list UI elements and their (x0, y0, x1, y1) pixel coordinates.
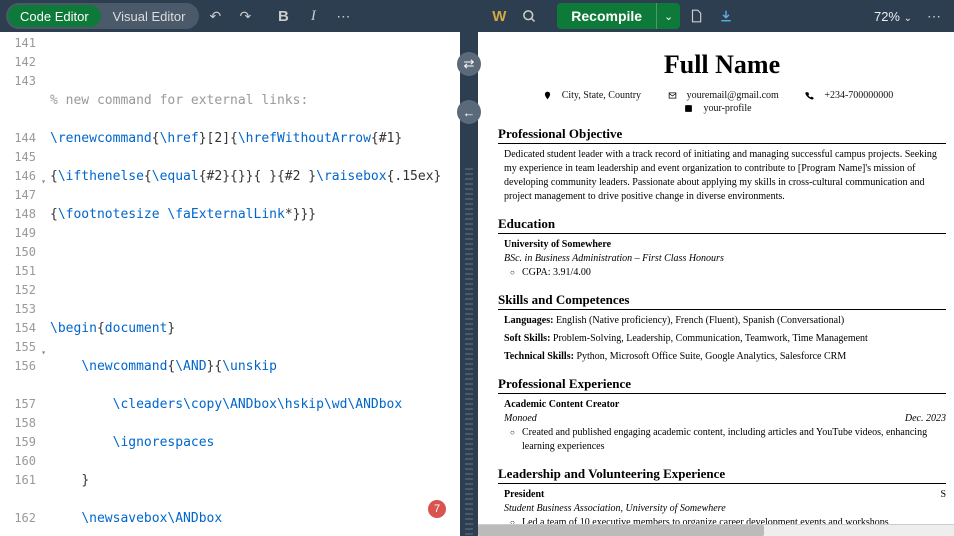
splitter-handle[interactable] (465, 168, 473, 536)
swap-panes-button[interactable]: ⇄ (457, 52, 481, 76)
map-marker-icon (543, 91, 552, 100)
download-icon (719, 9, 733, 23)
linkedin-icon (684, 104, 693, 113)
document-icon (689, 9, 703, 23)
search-icon (522, 9, 537, 24)
main-area: 141 142 143 144 145 146▾ 147 148 149 150… (0, 32, 954, 536)
code-content[interactable]: % new command for external links: \renew… (44, 32, 460, 536)
mail-icon (668, 91, 677, 100)
exp-title: Academic Content Creator (504, 398, 946, 412)
recompile-group: Recompile ⌄ (557, 3, 680, 29)
horizontal-scrollbar[interactable] (478, 524, 954, 536)
logo-icon[interactable]: W (485, 2, 513, 30)
section-skills: Skills and Competences (498, 292, 946, 310)
resume-name: Full Name (498, 50, 946, 80)
scrollbar-thumb[interactable] (478, 525, 764, 536)
tab-visual-editor[interactable]: Visual Editor (101, 5, 198, 27)
editor-mode-tabs: Code Editor Visual Editor (6, 3, 199, 29)
tab-code-editor[interactable]: Code Editor (8, 5, 101, 27)
edu-school: University of Somewhere (504, 238, 946, 252)
line-gutter: 141 142 143 144 145 146▾ 147 148 149 150… (0, 32, 44, 536)
pdf-preview[interactable]: Full Name City, State, Country youremail… (478, 32, 954, 536)
italic-button[interactable]: I (299, 2, 327, 30)
more-formatting-button[interactable]: ⋯ (329, 2, 357, 30)
collapse-pane-button[interactable]: ← (457, 100, 481, 124)
objective-text: Dedicated student leader with a track re… (498, 148, 946, 204)
recompile-dropdown[interactable]: ⌄ (656, 3, 680, 29)
redo-button[interactable]: ↷ (231, 2, 259, 30)
edu-cgpa: CGPA: 3.91/4.00 (504, 266, 946, 280)
bold-button[interactable]: B (269, 2, 297, 30)
logs-button[interactable] (682, 2, 710, 30)
section-education: Education (498, 216, 946, 234)
zoom-level[interactable]: 72% ⌄ (874, 9, 912, 24)
search-button[interactable] (515, 2, 543, 30)
recompile-button[interactable]: Recompile (557, 3, 656, 29)
more-menu-button[interactable]: ⋯ (920, 2, 948, 30)
download-button[interactable] (712, 2, 740, 30)
code-editor[interactable]: 141 142 143 144 145 146▾ 147 148 149 150… (0, 32, 460, 536)
pane-splitter[interactable]: ⇄ ← (460, 32, 478, 536)
contact-line-1: City, State, Country youremail@gmail.com… (498, 90, 946, 101)
edu-degree: BSc. in Business Administration – First … (504, 252, 946, 266)
toolbar: Code Editor Visual Editor ↶ ↷ B I ⋯ W Re… (0, 0, 954, 32)
phone-icon (805, 91, 814, 100)
section-experience: Professional Experience (498, 376, 946, 394)
contact-line-2: your-profile (498, 103, 946, 114)
section-objective: Professional Objective (498, 126, 946, 144)
undo-button[interactable]: ↶ (201, 2, 229, 30)
section-leadership: Leadership and Volunteering Experience (498, 466, 946, 484)
error-count-badge[interactable]: 7 (428, 500, 446, 518)
